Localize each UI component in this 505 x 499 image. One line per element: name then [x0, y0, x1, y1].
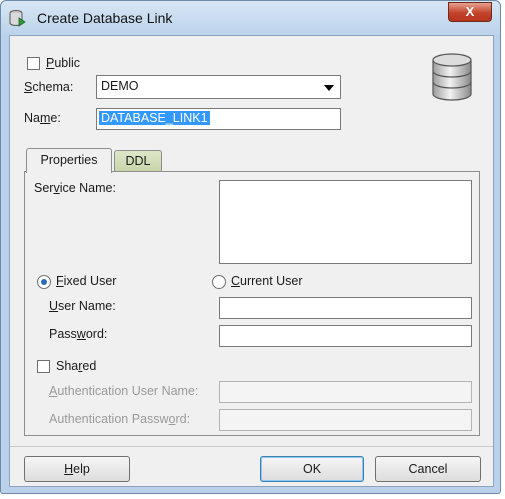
close-button[interactable]: X: [448, 2, 492, 22]
ok-button[interactable]: OK: [260, 456, 364, 482]
auth-password-input[interactable]: [219, 409, 472, 431]
auth-user-name-label: Authentication User Name:: [49, 384, 199, 398]
tab-ddl-label: DDL: [125, 154, 151, 168]
properties-panel: Service Name: Fixed User Current User Us…: [24, 171, 480, 436]
help-button[interactable]: Help: [24, 456, 130, 482]
database-link-icon: [9, 10, 26, 27]
chevron-down-icon[interactable]: [324, 85, 334, 91]
schema-label: Schema:: [24, 80, 74, 94]
dialog-body: Public Schema: DEMO Name: DATABASE_LINK1: [9, 35, 494, 487]
auth-user-name-input[interactable]: [219, 381, 472, 403]
tab-properties[interactable]: Properties: [26, 148, 112, 173]
user-name-input[interactable]: [219, 297, 472, 319]
name-label: Name:: [24, 111, 61, 125]
schema-dropdown[interactable]: DEMO: [96, 75, 341, 99]
fixed-user-radio[interactable]: [37, 275, 51, 289]
button-separator: [10, 446, 493, 447]
public-checkbox[interactable]: [27, 57, 40, 70]
close-icon: X: [465, 4, 475, 19]
service-name-label: Service Name:: [34, 181, 116, 195]
password-input[interactable]: [219, 325, 472, 347]
schema-value: DEMO: [101, 79, 139, 93]
shared-checkbox[interactable]: [37, 360, 50, 373]
title-bar[interactable]: Create Database Link X: [1, 1, 500, 35]
name-input[interactable]: DATABASE_LINK1: [96, 108, 341, 130]
current-user-label: Current User: [231, 274, 303, 288]
auth-password-label: Authentication Password:: [49, 412, 191, 426]
tab-ddl[interactable]: DDL: [114, 150, 162, 172]
public-label: Public: [46, 56, 81, 70]
shared-label: Shared: [56, 359, 97, 373]
cancel-label: Cancel: [408, 462, 448, 476]
password-label: Password:: [49, 327, 108, 341]
tab-properties-label: Properties: [40, 153, 98, 167]
fixed-user-label: Fixed User: [56, 274, 117, 288]
dialog-window: Create Database Link X Public Schema: DE…: [0, 0, 501, 494]
cancel-button[interactable]: Cancel: [375, 456, 481, 482]
user-name-label: User Name:: [49, 299, 116, 313]
ok-label: OK: [302, 462, 322, 476]
service-name-textarea[interactable]: [219, 180, 472, 264]
database-icon: [432, 53, 472, 101]
current-user-radio[interactable]: [212, 275, 226, 289]
name-value: DATABASE_LINK1: [99, 111, 210, 125]
window-title: Create Database Link: [37, 10, 173, 26]
